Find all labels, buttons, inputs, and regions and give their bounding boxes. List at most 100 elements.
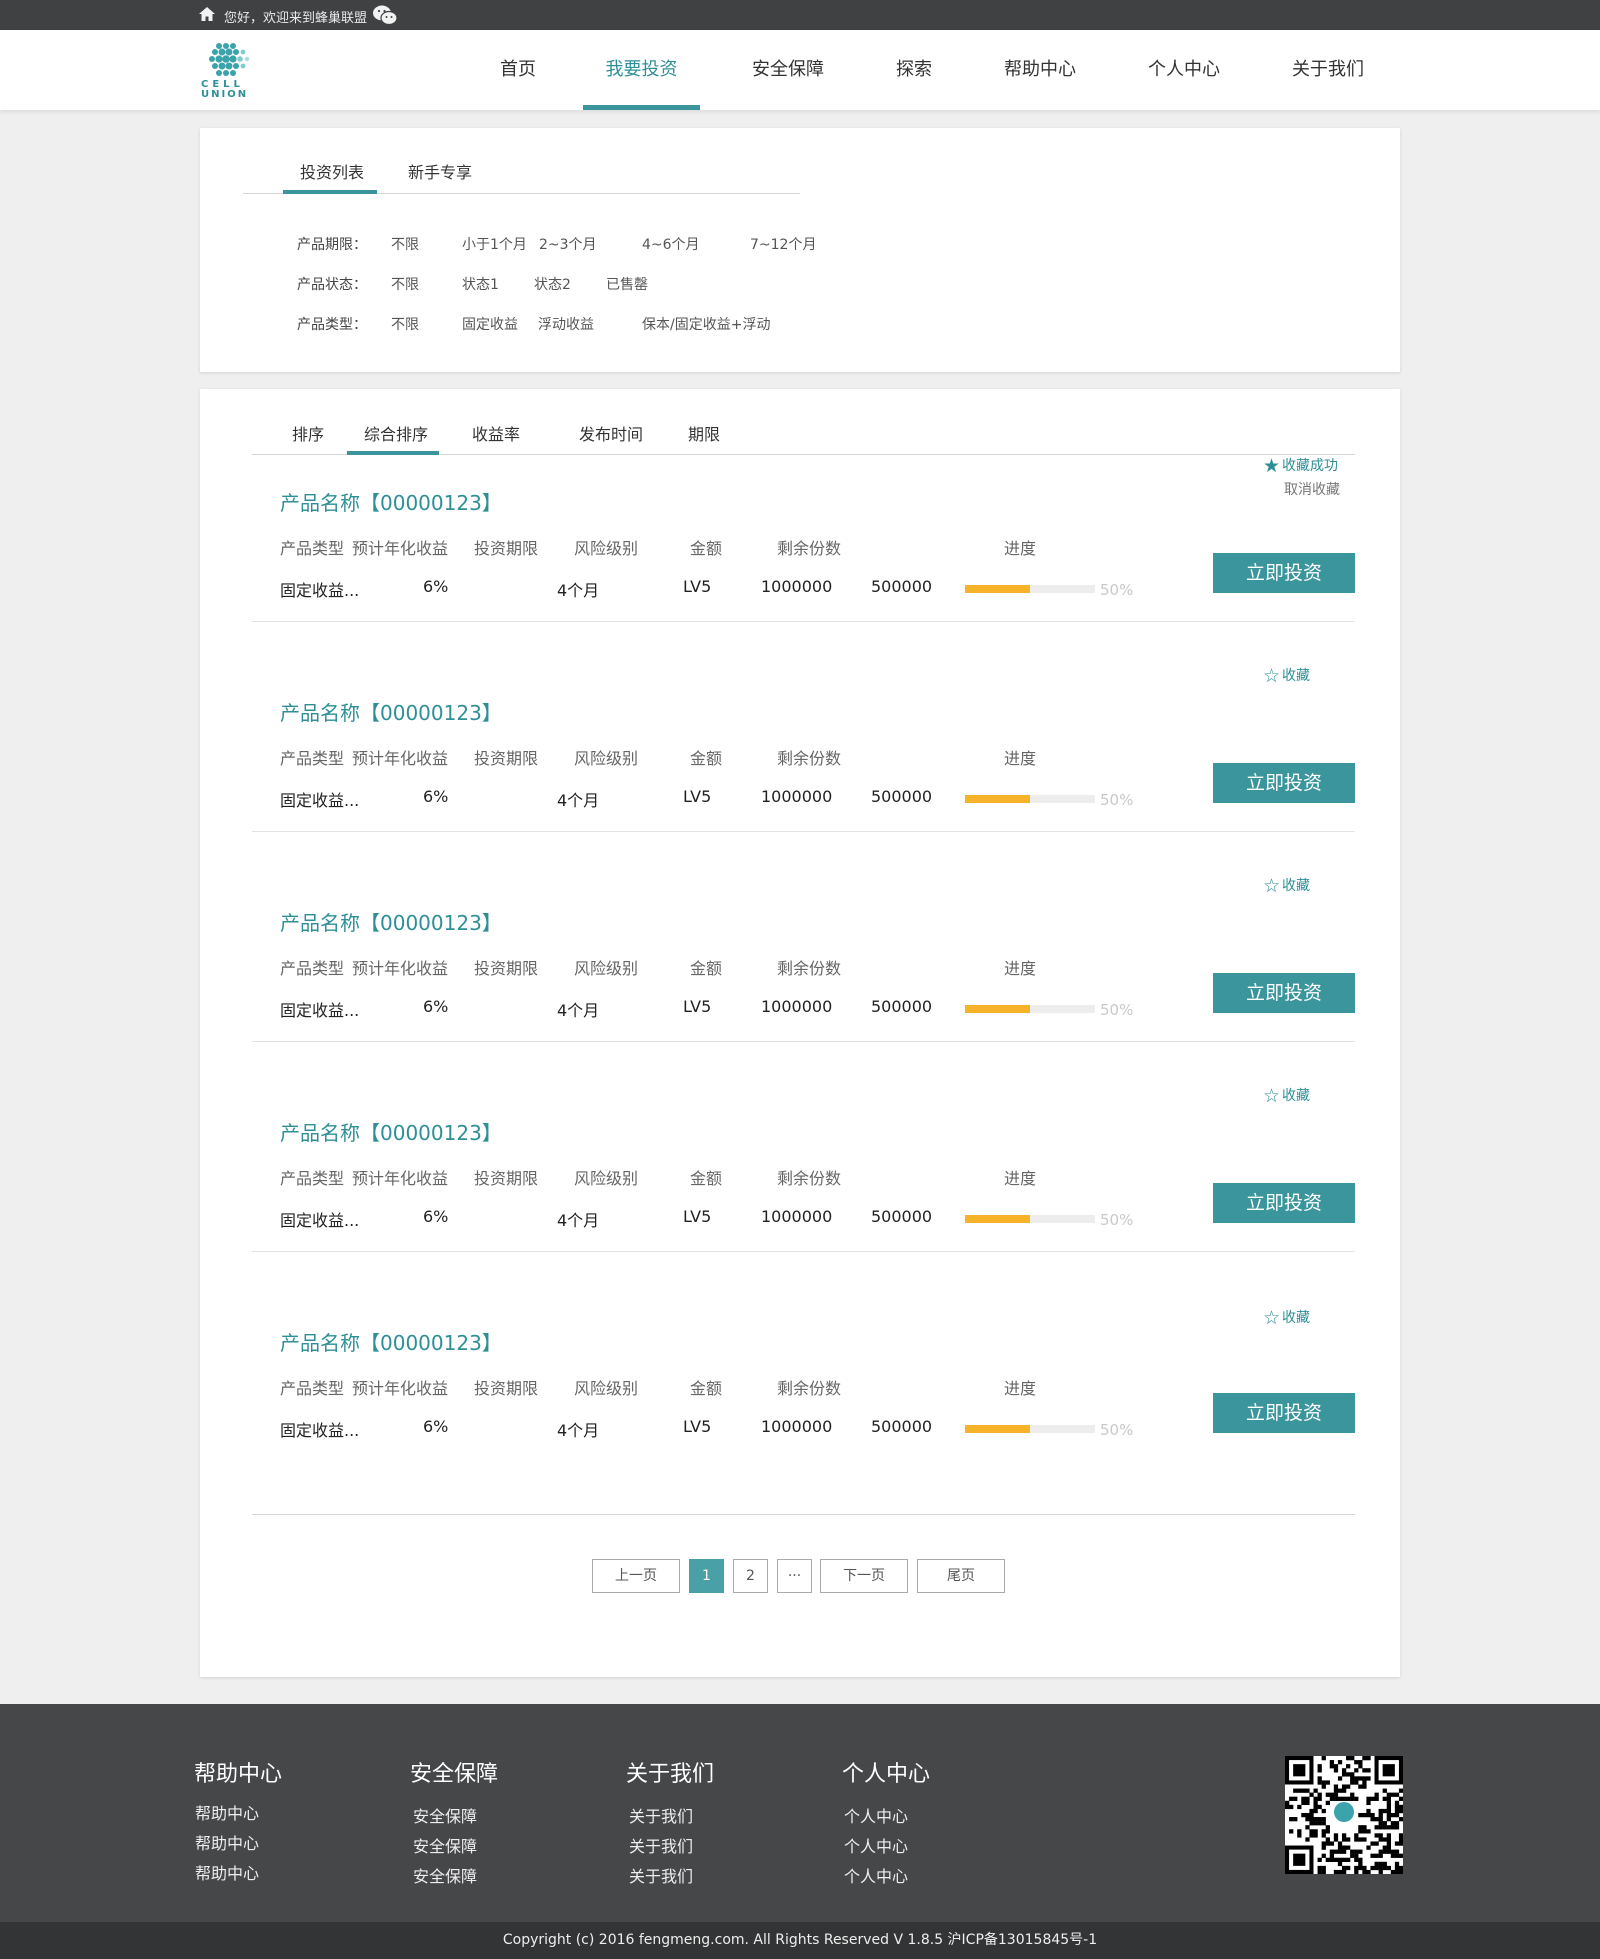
product-card: 产品名称【00000123】 产品类型 预计年化收益 投资期限 风险级别 金额 剩余份数 进度… bbox=[200, 869, 1400, 1079]
footer-security-link[interactable]: 安全保障 bbox=[413, 1863, 477, 1887]
main-header: CELL UNION 首页 我要投资 安全保障 探索 帮助中心 个人中心 关于我… bbox=[0, 30, 1600, 110]
sort-tab-publish-time[interactable]: 发布时间 bbox=[579, 421, 643, 445]
column-header: 预计年化收益 bbox=[352, 959, 449, 978]
footer-about-link[interactable]: 关于我们 bbox=[629, 1863, 693, 1887]
footer-personal-link[interactable]: 个人中心 bbox=[844, 1803, 908, 1827]
filter-term-4-6[interactable]: 4~6个月 bbox=[642, 234, 700, 254]
nav-invest[interactable]: 我要投资 bbox=[583, 30, 700, 110]
filter-status-soldout[interactable]: 已售罄 bbox=[606, 274, 648, 294]
column-header: 预计年化收益 bbox=[352, 1379, 449, 1398]
filter-status-label: 产品状态： bbox=[297, 277, 367, 293]
prev-page-button[interactable]: 上一页 bbox=[592, 1559, 680, 1593]
invest-now-button[interactable]: 立即投资 bbox=[1213, 1393, 1355, 1433]
footer-help-link[interactable]: 帮助中心 bbox=[195, 1830, 259, 1854]
invest-now-button[interactable]: 立即投资 bbox=[1213, 763, 1355, 803]
copyright-text: Copyright (c) 2016 fengmeng.com. All Rig… bbox=[0, 1922, 1600, 1959]
next-page-button[interactable]: 下一页 bbox=[820, 1559, 908, 1593]
wechat-icon[interactable] bbox=[372, 4, 398, 26]
footer-personal-link[interactable]: 个人中心 bbox=[844, 1833, 908, 1857]
footer-security-link[interactable]: 安全保障 bbox=[413, 1803, 477, 1827]
footer-help-link[interactable]: 帮助中心 bbox=[195, 1800, 259, 1824]
filter-term-any[interactable]: 不限 bbox=[391, 234, 419, 254]
column-header: 产品类型 bbox=[280, 1169, 345, 1188]
progress-fill bbox=[965, 585, 1030, 593]
footer-about-title: 关于我们 bbox=[626, 1762, 715, 1787]
column-header: 投资期限 bbox=[474, 959, 539, 978]
product-title[interactable]: 产品名称【00000123】 bbox=[280, 487, 502, 516]
filter-status-1[interactable]: 状态1 bbox=[462, 274, 499, 294]
card-divider bbox=[252, 621, 1355, 622]
progress-percent: 50% bbox=[1100, 1421, 1134, 1439]
column-header: 金额 bbox=[690, 749, 723, 768]
favorite-toggle[interactable]: ☆ 收藏 bbox=[1263, 875, 1310, 897]
footer-security-link[interactable]: 安全保障 bbox=[413, 1833, 477, 1857]
favorite-toggle[interactable]: ☆ 收藏 bbox=[1263, 665, 1310, 687]
product-type: 固定收益... bbox=[280, 1421, 360, 1440]
filter-type-fixed[interactable]: 固定收益 bbox=[462, 314, 518, 334]
favorite-toggle[interactable]: ★ 收藏成功 bbox=[1263, 455, 1338, 477]
last-page-button[interactable]: 尾页 bbox=[917, 1559, 1005, 1593]
favorite-text: 收藏 bbox=[1282, 878, 1311, 894]
star-outline-icon: ☆ bbox=[1263, 1085, 1281, 1107]
page-2-button[interactable]: 2 bbox=[733, 1559, 768, 1593]
cancel-favorite-link[interactable]: 取消收藏 bbox=[1284, 479, 1340, 499]
tab-newbie[interactable]: 新手专享 bbox=[408, 159, 472, 183]
favorite-toggle[interactable]: ☆ 收藏 bbox=[1263, 1085, 1310, 1107]
column-header: 金额 bbox=[690, 1379, 723, 1398]
sort-tab-overall[interactable]: 综合排序 bbox=[364, 421, 428, 445]
tab-invest-list[interactable]: 投资列表 bbox=[300, 159, 364, 183]
column-header: 风险级别 bbox=[574, 959, 639, 978]
footer-about-link[interactable]: 关于我们 bbox=[629, 1803, 693, 1827]
sort-tab-rate[interactable]: 收益率 bbox=[472, 421, 520, 445]
page-1-button[interactable]: 1 bbox=[689, 1559, 724, 1593]
progress-percent: 50% bbox=[1100, 581, 1134, 599]
filter-type-any[interactable]: 不限 bbox=[391, 314, 419, 334]
nav-home[interactable]: 首页 bbox=[478, 30, 558, 110]
product-risk: LV5 bbox=[683, 997, 712, 1016]
nav-help[interactable]: 帮助中心 bbox=[990, 30, 1090, 110]
column-header-progress: 进度 bbox=[1004, 749, 1037, 768]
product-rate: 6% bbox=[423, 1417, 449, 1436]
product-rate: 6% bbox=[423, 997, 449, 1016]
star-filled-icon: ★ bbox=[1263, 455, 1281, 477]
product-remaining: 500000 bbox=[871, 577, 933, 596]
invest-now-button[interactable]: 立即投资 bbox=[1213, 553, 1355, 593]
product-title[interactable]: 产品名称【00000123】 bbox=[280, 1327, 502, 1356]
column-header: 剩余份数 bbox=[777, 959, 842, 978]
filter-type-guaranteed[interactable]: 保本/固定收益+浮动 bbox=[642, 314, 770, 334]
column-header: 投资期限 bbox=[474, 1379, 539, 1398]
filter-term-2-3[interactable]: 2~3个月 bbox=[539, 234, 597, 254]
nav-explore[interactable]: 探索 bbox=[874, 30, 954, 110]
favorite-toggle[interactable]: ☆ 收藏 bbox=[1263, 1307, 1310, 1329]
filter-term-7-12[interactable]: 7~12个月 bbox=[750, 234, 816, 254]
column-header: 产品类型 bbox=[280, 539, 345, 558]
footer-about-link[interactable]: 关于我们 bbox=[629, 1833, 693, 1857]
filter-type-floating[interactable]: 浮动收益 bbox=[538, 314, 594, 334]
product-rate: 6% bbox=[423, 787, 449, 806]
filter-term-lt1[interactable]: 小于1个月 bbox=[462, 234, 527, 254]
footer-help-link[interactable]: 帮助中心 bbox=[195, 1860, 259, 1884]
product-title[interactable]: 产品名称【00000123】 bbox=[280, 907, 502, 936]
product-title[interactable]: 产品名称【00000123】 bbox=[280, 1117, 502, 1146]
column-header: 风险级别 bbox=[574, 749, 639, 768]
product-term: 4个月 bbox=[557, 1211, 600, 1230]
cell-union-logo[interactable]: CELL UNION bbox=[198, 40, 256, 102]
invest-now-button[interactable]: 立即投资 bbox=[1213, 973, 1355, 1013]
sort-tab-term[interactable]: 期限 bbox=[688, 421, 720, 445]
product-remaining: 500000 bbox=[871, 1417, 933, 1436]
product-card: 产品名称【00000123】 产品类型 预计年化收益 投资期限 风险级别 金额 剩余份数 进度… bbox=[200, 1289, 1400, 1499]
invest-now-button[interactable]: 立即投资 bbox=[1213, 1183, 1355, 1223]
product-type: 固定收益... bbox=[280, 1001, 360, 1020]
home-icon[interactable] bbox=[198, 6, 216, 22]
nav-about[interactable]: 关于我们 bbox=[1278, 30, 1378, 110]
nav-security[interactable]: 安全保障 bbox=[738, 30, 838, 110]
product-risk: LV5 bbox=[683, 1207, 712, 1226]
nav-personal[interactable]: 个人中心 bbox=[1134, 30, 1234, 110]
filter-status-any[interactable]: 不限 bbox=[391, 274, 419, 294]
filter-status-2[interactable]: 状态2 bbox=[534, 274, 571, 294]
product-rate: 6% bbox=[423, 1207, 449, 1226]
footer-personal-link[interactable]: 个人中心 bbox=[844, 1863, 908, 1887]
product-amount: 1000000 bbox=[761, 1417, 833, 1436]
product-amount: 1000000 bbox=[761, 1207, 833, 1226]
product-title[interactable]: 产品名称【00000123】 bbox=[280, 697, 502, 726]
